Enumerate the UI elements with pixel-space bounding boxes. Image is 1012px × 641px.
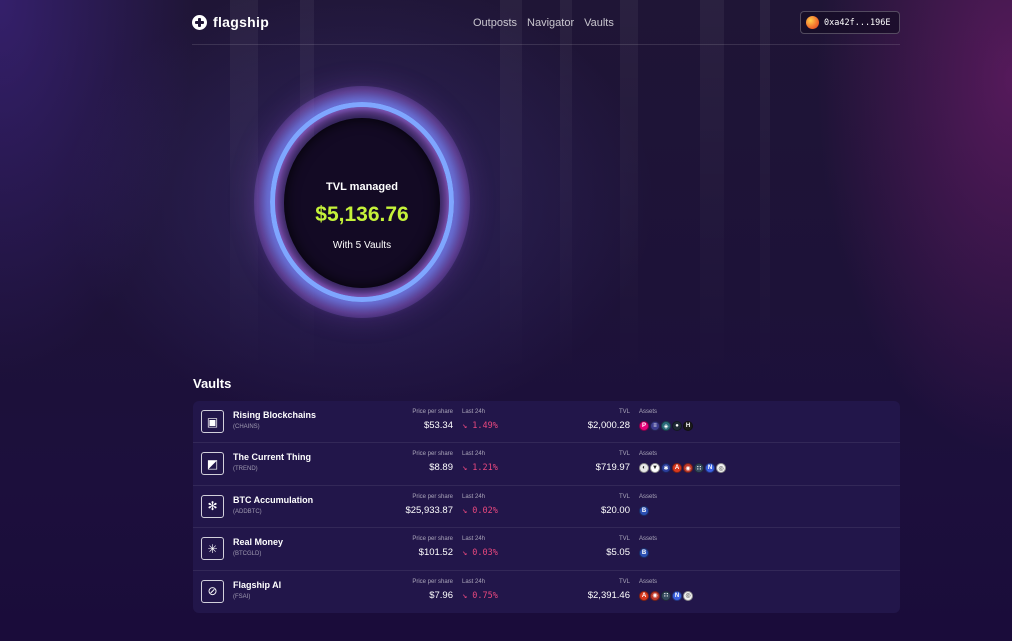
asset-c-icon: ✱: [661, 463, 671, 474]
last24-label: Last 24h: [462, 578, 486, 585]
pps-label: Price per share: [412, 493, 453, 500]
assets-label: Assets: [639, 409, 658, 415]
vault-row[interactable]: ✻ BTC Accumulation (ADDBTC) Price per share…: [193, 486, 900, 529]
nav-navigator[interactable]: Navigator: [527, 17, 574, 29]
helium-icon: H: [683, 421, 693, 431]
nav-vaults[interactable]: Vaults: [584, 17, 614, 29]
last24-label: Last 24h: [462, 409, 486, 415]
tvl-label: TVL managed: [326, 181, 398, 193]
assets-label: Assets: [639, 578, 658, 585]
pps-label: Price per share: [412, 451, 453, 458]
tvl-col-label: TVL: [618, 536, 630, 543]
asset-w-icon: N: [672, 590, 682, 601]
asset-z-icon: ∷: [661, 590, 671, 601]
asset-e-icon: ◉: [683, 463, 693, 474]
vault-tvl: $719.97: [595, 462, 630, 474]
bitcoin-icon: B: [639, 548, 649, 559]
top-header: flagship Outposts Navigator Vaults 0xa42…: [192, 10, 900, 45]
tvl-col-label: TVL: [618, 493, 630, 500]
polkadot-icon: P: [639, 421, 649, 431]
tvl-col-label: TVL: [618, 409, 630, 415]
cube-icon: ▣: [201, 410, 224, 433]
asset-b-icon: ▼: [650, 463, 660, 474]
vault-ticker: (TREND): [233, 466, 258, 473]
vault-tvl: $2,000.28: [587, 420, 630, 431]
tvl-col-label: TVL: [618, 578, 630, 585]
vault-tvl: $20.00: [600, 504, 630, 516]
tvl-portal: [254, 86, 470, 318]
vault-row[interactable]: ✳ Real Money (BTCGLD) Price per share $101.5…: [193, 528, 900, 571]
last24-label: Last 24h: [462, 451, 486, 458]
vault-list: ▣ Rising Blockchains (CHAINS) Price per sha…: [193, 401, 900, 613]
vault-tvl: $5.05: [606, 547, 630, 559]
vault-row[interactable]: ▣ Rising Blockchains (CHAINS) Price per sha…: [193, 401, 900, 444]
vault-name: Flagship AI: [233, 579, 282, 590]
vault-row[interactable]: ◩ The Current Thing (TREND) Price per share…: [193, 443, 900, 486]
asset-icons: B: [639, 505, 649, 516]
asset-h-icon: ◎: [716, 463, 726, 474]
vault-name: BTC Accumulation: [233, 494, 314, 505]
tvl-value: $5,136.76: [315, 203, 409, 226]
vault-ticker: (FSAI): [233, 593, 251, 600]
vault-row[interactable]: ⊘ Flagship AI (FSAI) Price per share $7.96 La…: [193, 571, 900, 613]
bitcoin-icon: B: [639, 505, 649, 516]
brand-name: flagship: [213, 14, 270, 30]
pps-label: Price per share: [412, 409, 453, 415]
last24-change: ↘ 0.02%: [462, 505, 498, 516]
last24-label: Last 24h: [462, 536, 486, 543]
price-per-share: $8.89: [429, 462, 453, 474]
price-per-share: $101.52: [418, 547, 453, 559]
vault-name: The Current Thing: [233, 452, 311, 463]
price-per-share: $25,933.87: [405, 504, 453, 516]
tvl-col-label: TVL: [618, 451, 630, 458]
last24-change: ↘ 0.75%: [462, 590, 498, 601]
asset-a-icon: ◐: [639, 463, 649, 474]
asset-v-icon: ◎: [683, 590, 693, 601]
last24-change: ↘ 1.49%: [462, 421, 498, 431]
asset-icons: ◐ ▼ ✱ A ◉ ∷ N ◎: [639, 463, 726, 474]
asset-y-icon: ◉: [650, 590, 660, 601]
last24-label: Last 24h: [462, 493, 486, 500]
price-per-share: $53.34: [423, 420, 453, 431]
vault-ticker: (ADDBTC): [233, 508, 262, 515]
flagship-logo-icon: [192, 14, 207, 30]
tvl-vault-count: With 5 Vaults: [332, 240, 392, 251]
asset-f-icon: ∷: [694, 463, 704, 474]
vault-tvl: $2,391.46: [587, 589, 630, 601]
background-forest: [0, 0, 1012, 380]
asset-icons: A ◉ ∷ N ◎: [639, 590, 693, 601]
asterisk-icon: ✳: [201, 537, 224, 561]
asset-x-icon: A: [639, 590, 649, 601]
assets-label: Assets: [639, 536, 658, 543]
vaults-heading: Vaults: [193, 376, 232, 391]
asset-d-icon: A: [672, 463, 682, 474]
trend-icon: ◩: [201, 452, 224, 476]
pps-label: Price per share: [412, 578, 453, 585]
wallet-button[interactable]: 0xa42f...196E: [800, 11, 900, 34]
vault-ticker: (BTCGLD): [233, 551, 262, 558]
last24-change: ↘ 1.21%: [462, 463, 498, 474]
brand-logo-link[interactable]: flagship: [192, 14, 269, 30]
vault-ticker: (CHAINS): [233, 424, 260, 430]
vault-name: Real Money: [233, 537, 284, 548]
asset-icons: P ≡ ◈ ● H: [639, 421, 693, 431]
asset-g-icon: N: [705, 463, 715, 474]
pps-label: Price per share: [412, 536, 453, 543]
vault-name: Rising Blockchains: [233, 410, 317, 420]
asset-icons: B: [639, 548, 649, 559]
assets-label: Assets: [639, 493, 658, 500]
assets-label: Assets: [639, 451, 658, 458]
flower-icon: ✻: [201, 494, 224, 518]
asset-4-icon: ●: [672, 421, 682, 431]
wallet-address: 0xa42f...196E: [824, 17, 891, 28]
nav-outposts[interactable]: Outposts: [473, 17, 517, 29]
asset-3-icon: ◈: [661, 421, 671, 431]
price-per-share: $7.96: [429, 589, 453, 601]
main-nav: Outposts Navigator Vaults: [473, 17, 614, 29]
ai-icon: ⊘: [201, 579, 224, 603]
wallet-avatar-icon: [806, 16, 819, 29]
asset-2-icon: ≡: [650, 421, 660, 431]
last24-change: ↘ 0.03%: [462, 548, 498, 559]
